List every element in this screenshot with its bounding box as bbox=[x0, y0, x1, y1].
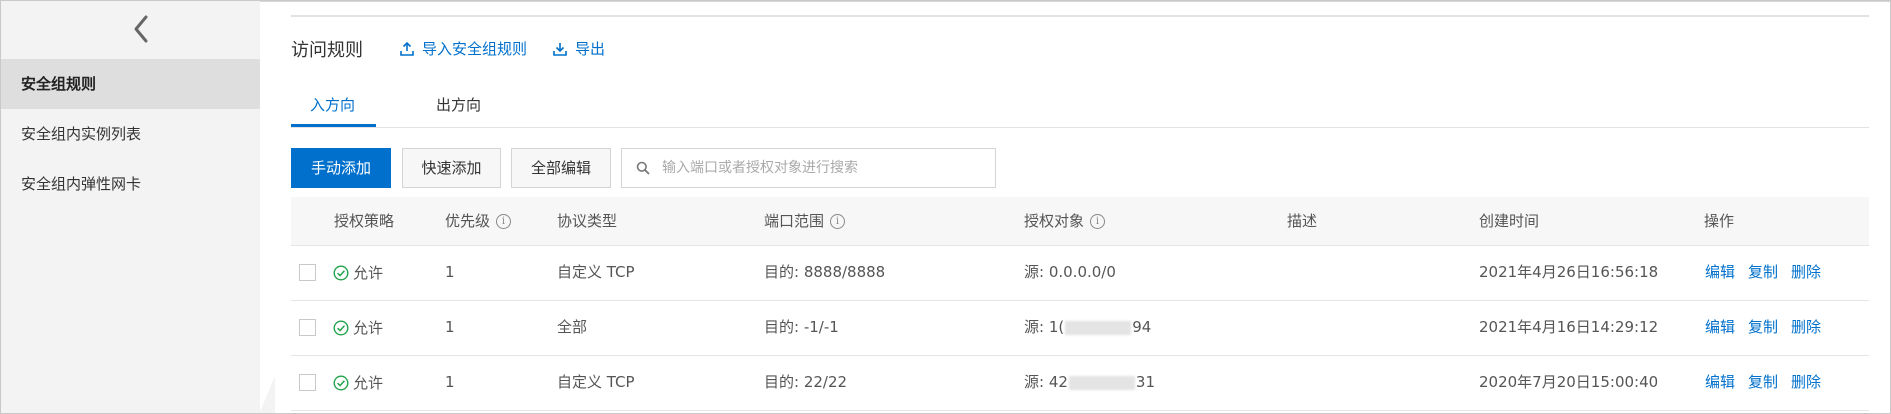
column-header-created-time: 创建时间 bbox=[1479, 212, 1540, 230]
info-icon[interactable]: i bbox=[830, 213, 846, 229]
column-header-policy: 授权策略 bbox=[334, 212, 395, 230]
section-title: 访问规则 bbox=[291, 40, 363, 61]
protocol-cell: 自定义 TCP bbox=[557, 373, 635, 391]
created-time-cell: 2021年4月26日16:56:18 bbox=[1479, 263, 1659, 281]
column-header-auth-object: 授权对象 i bbox=[1024, 197, 1106, 245]
sidebar-item-instance-list[interactable]: 安全组内实例列表 bbox=[1, 109, 260, 159]
check-circle-icon bbox=[333, 264, 349, 281]
table-row: 允许 1 自定义 TCP 目的: 8888/8888 源: 0.0.0.0/0 … bbox=[291, 245, 1869, 301]
copy-link[interactable]: 复制 bbox=[1748, 245, 1778, 300]
check-circle-icon bbox=[333, 374, 349, 391]
delete-link[interactable]: 删除 bbox=[1791, 245, 1821, 300]
search-box bbox=[621, 148, 996, 188]
auth-object-cell: 源: 1(94 bbox=[1024, 318, 1152, 336]
info-icon[interactable]: i bbox=[496, 213, 512, 229]
sidebar-item-security-group-rules[interactable]: 安全组规则 bbox=[1, 59, 260, 109]
created-time-cell: 2020年7月20日15:00:40 bbox=[1479, 373, 1659, 391]
chevron-left-icon bbox=[134, 15, 148, 43]
export-label: 导出 bbox=[575, 40, 606, 58]
check-circle-icon bbox=[333, 319, 349, 336]
collapse-sidebar-button[interactable] bbox=[126, 11, 156, 47]
import-rules-label: 导入安全组规则 bbox=[422, 40, 528, 58]
created-time-cell: 2021年4月16日14:29:12 bbox=[1479, 318, 1659, 336]
table-row: 允许 1 自定义 TCP 目的: 22/22 源: 42 31 2020年7月20… bbox=[291, 355, 1869, 411]
upload-icon bbox=[400, 41, 414, 56]
row-checkbox[interactable] bbox=[299, 319, 316, 336]
delete-link[interactable]: 删除 bbox=[1791, 355, 1821, 410]
import-rules-button[interactable]: 导入安全组规则 bbox=[400, 38, 527, 59]
quick-add-button[interactable]: 快速添加 bbox=[402, 148, 501, 188]
manual-add-button[interactable]: 手动添加 bbox=[291, 148, 391, 188]
top-divider bbox=[0, 0, 1891, 2]
redacted-ip bbox=[1065, 320, 1132, 335]
edit-link[interactable]: 编辑 bbox=[1705, 245, 1735, 300]
delete-link[interactable]: 删除 bbox=[1791, 300, 1821, 355]
sidebar: 安全组规则 安全组内实例列表 安全组内弹性网卡 bbox=[1, 1, 260, 413]
row-checkbox[interactable] bbox=[299, 374, 316, 391]
active-tab-indicator bbox=[291, 124, 376, 127]
priority-cell: 1 bbox=[445, 318, 455, 336]
column-header-priority: 优先级 i bbox=[445, 197, 512, 245]
table-header: 授权策略 优先级 i 协议类型 端口范围 i 授权对象 i 描述 创建时间 操作 bbox=[291, 197, 1869, 246]
info-icon[interactable]: i bbox=[1090, 213, 1106, 229]
sidebar-item-eni[interactable]: 安全组内弹性网卡 bbox=[1, 159, 260, 209]
policy-cell: 允许 bbox=[333, 245, 383, 300]
tab-inbound[interactable]: 入方向 bbox=[310, 94, 355, 115]
protocol-cell: 全部 bbox=[557, 318, 588, 336]
priority-cell: 1 bbox=[445, 263, 455, 281]
search-input[interactable] bbox=[660, 159, 984, 177]
port-range-cell: 目的: -1/-1 bbox=[764, 318, 839, 336]
port-range-cell: 目的: 8888/8888 bbox=[764, 263, 886, 281]
policy-cell: 允许 bbox=[333, 300, 383, 355]
column-header-actions: 操作 bbox=[1704, 212, 1735, 230]
edit-all-button[interactable]: 全部编辑 bbox=[511, 148, 611, 188]
copy-link[interactable]: 复制 bbox=[1748, 300, 1778, 355]
column-header-protocol: 协议类型 bbox=[557, 212, 618, 230]
auth-object-cell: 源: 0.0.0.0/0 bbox=[1024, 263, 1116, 281]
tab-outbound[interactable]: 出方向 bbox=[436, 94, 481, 115]
protocol-cell: 自定义 TCP bbox=[557, 263, 635, 281]
tabs-divider bbox=[291, 127, 1869, 128]
download-icon bbox=[553, 42, 567, 56]
column-header-port-range: 端口范围 i bbox=[764, 197, 846, 245]
column-header-description: 描述 bbox=[1287, 212, 1318, 230]
section-divider bbox=[291, 15, 1869, 17]
auth-object-cell: 源: 42 31 bbox=[1024, 373, 1156, 391]
policy-cell: 允许 bbox=[333, 355, 383, 410]
redacted-ip bbox=[1068, 375, 1135, 390]
port-range-cell: 目的: 22/22 bbox=[764, 373, 848, 391]
sidebar-notch bbox=[259, 376, 275, 414]
edit-link[interactable]: 编辑 bbox=[1705, 300, 1735, 355]
export-button[interactable]: 导出 bbox=[553, 38, 605, 59]
table-row: 允许 1 全部 目的: -1/-1 源: 1(94 2021年4月16日14:2… bbox=[291, 300, 1869, 356]
copy-link[interactable]: 复制 bbox=[1748, 355, 1778, 410]
row-checkbox[interactable] bbox=[299, 264, 316, 281]
priority-cell: 1 bbox=[445, 373, 455, 391]
search-icon bbox=[636, 161, 650, 175]
edit-link[interactable]: 编辑 bbox=[1705, 355, 1735, 410]
